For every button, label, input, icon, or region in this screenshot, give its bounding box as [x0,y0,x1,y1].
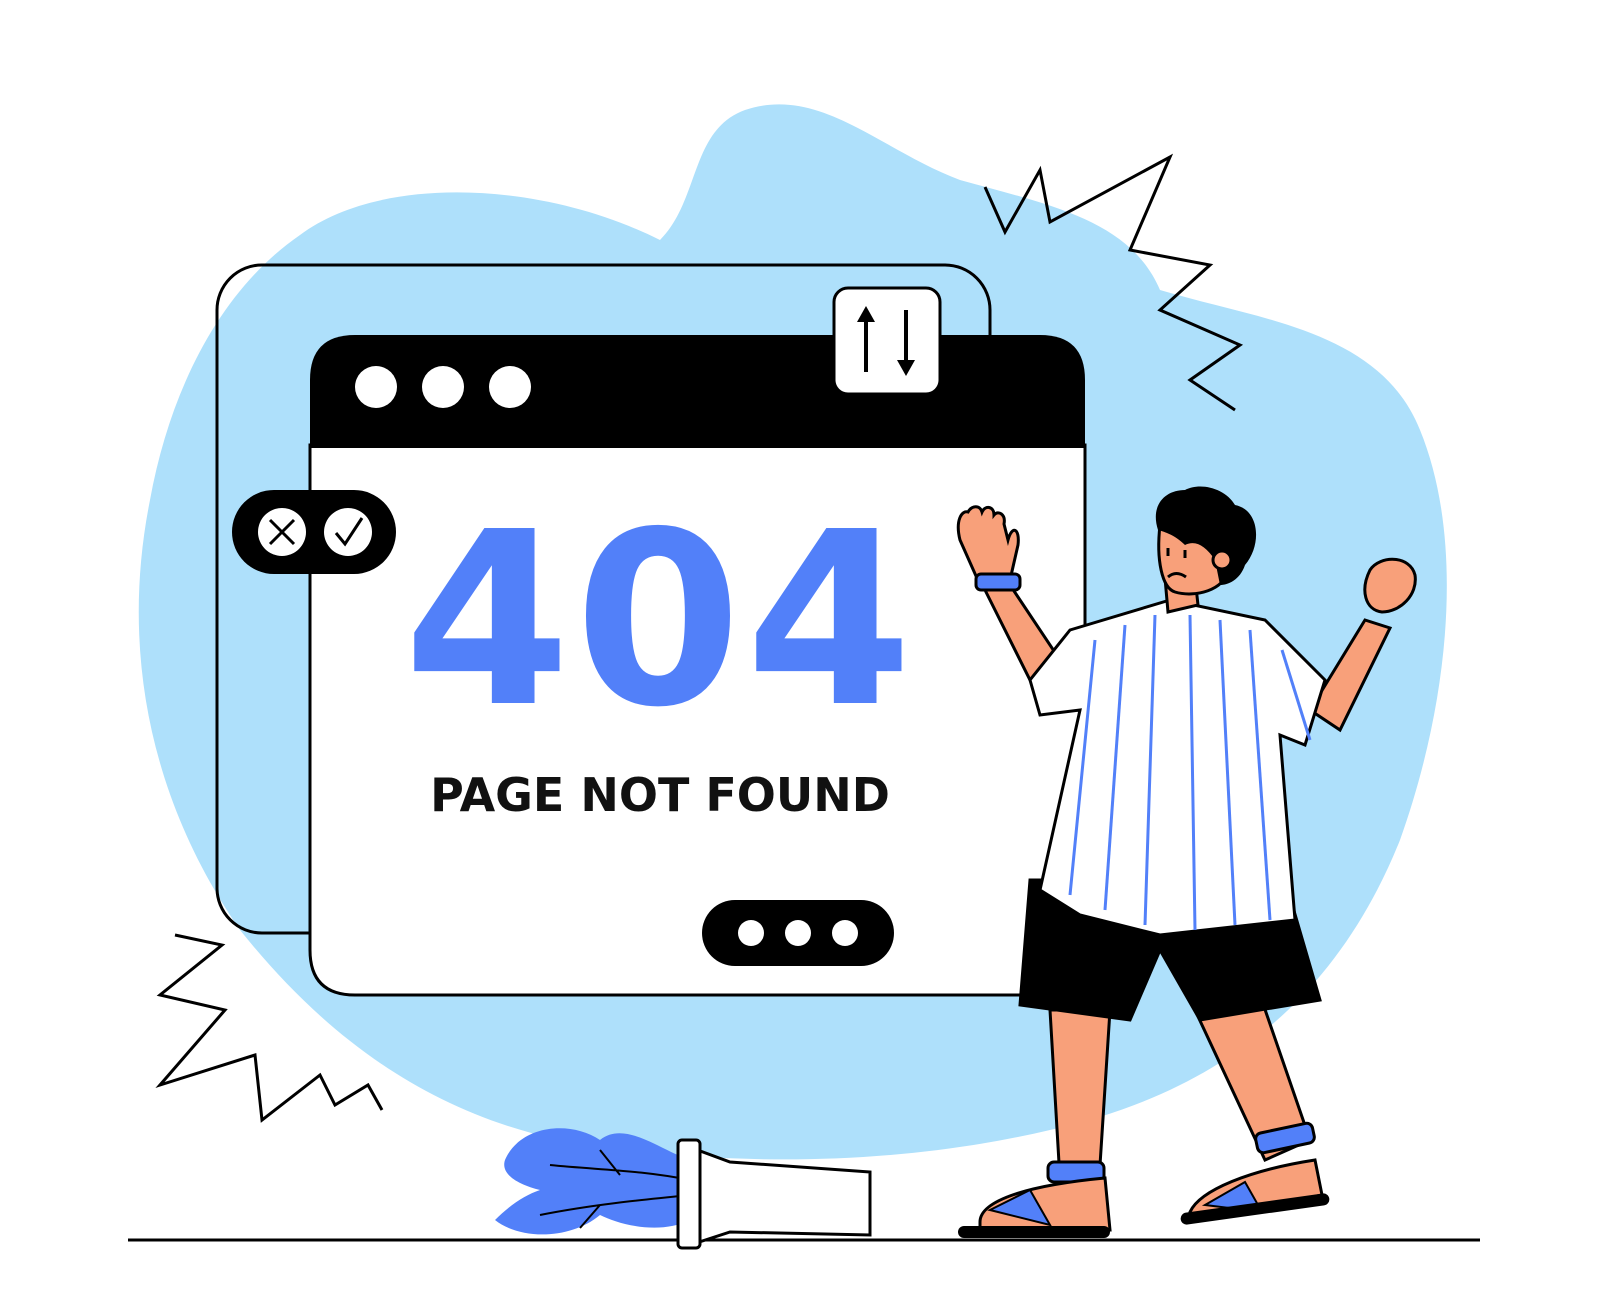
left-leg [1048,1008,1112,1183]
x-circle-icon[interactable] [258,508,306,556]
error-message: PAGE NOT FOUND [430,768,890,822]
left-sole [958,1226,1110,1238]
three-dots-icon[interactable] [702,900,894,966]
pot-rim [676,1138,702,1250]
striped-shirt [1028,598,1327,937]
error-code: 404 [403,480,917,760]
up-down-arrows-icon[interactable] [832,286,942,396]
title-dot-1[interactable] [355,366,397,408]
pot-body [682,1142,872,1248]
ear [1211,549,1233,571]
title-dot-2[interactable] [422,366,464,408]
title-dot-3[interactable] [489,366,531,408]
